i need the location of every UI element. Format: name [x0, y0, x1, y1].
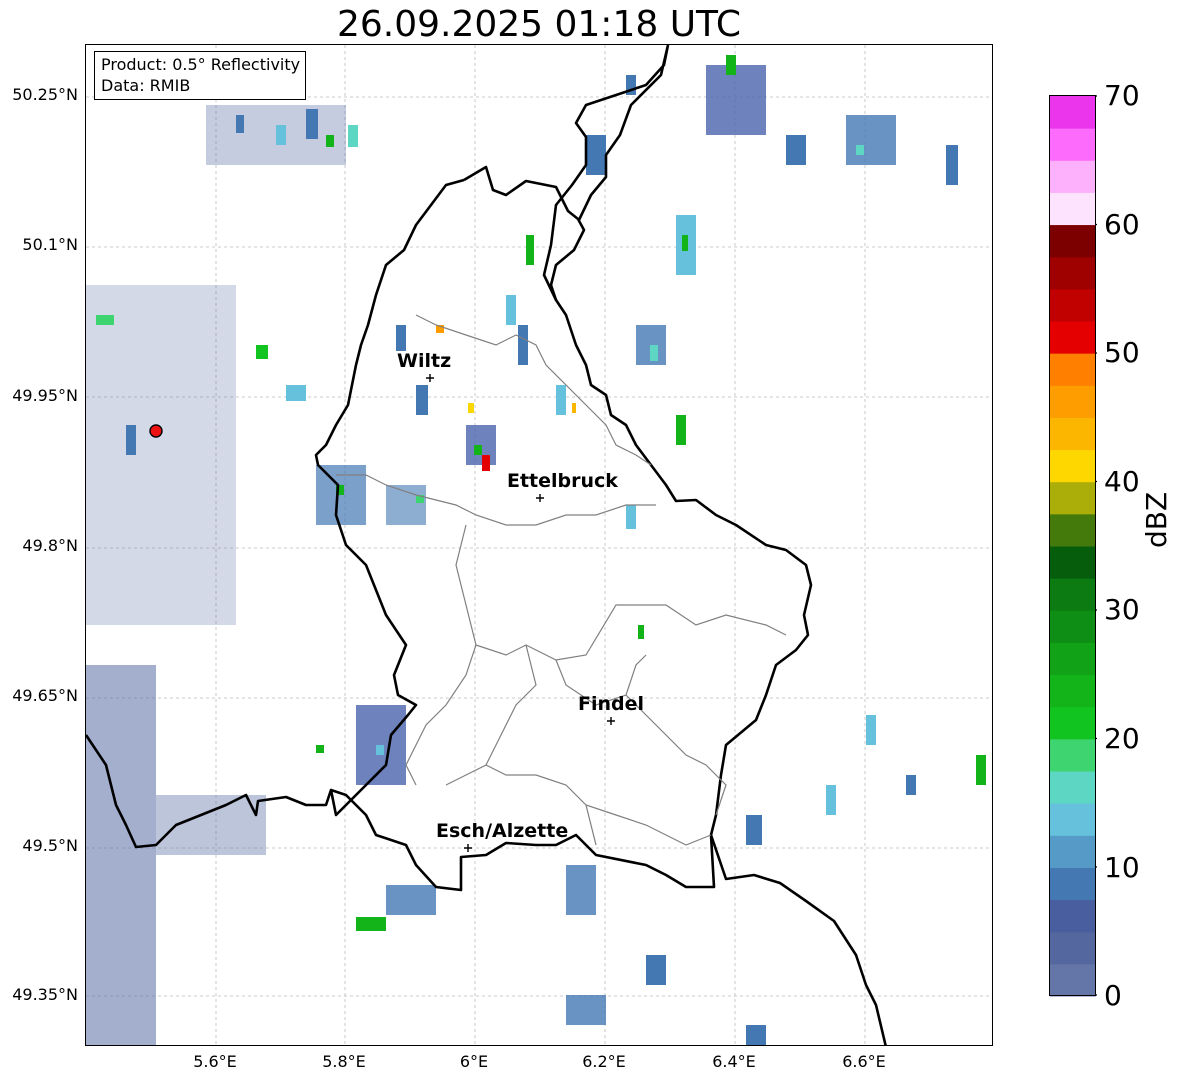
lon-tick-label: 5.8°E	[322, 1052, 366, 1071]
colorbar-cell	[1050, 353, 1096, 386]
colorbar-cell	[1050, 546, 1096, 579]
lat-tick-label: 49.65°N	[12, 686, 78, 705]
colorbar-cell	[1050, 899, 1096, 933]
city-label-wiltz: Wiltz	[397, 350, 452, 372]
colorbar-cell	[1050, 578, 1096, 611]
colorbar-cell	[1050, 192, 1096, 226]
lon-tick-label: 5.6°E	[193, 1052, 237, 1071]
colorbar-cell	[1050, 867, 1096, 901]
colorbar-cell	[1050, 963, 1096, 997]
colorbar-cell	[1050, 417, 1096, 451]
colorbar-cell	[1050, 513, 1096, 547]
radar-marker	[149, 424, 163, 438]
colorbar-cell	[1050, 321, 1096, 354]
product-label: Product: 0.5° Reflectivity	[101, 55, 301, 74]
lat-tick-label: 49.8°N	[22, 536, 78, 555]
colorbar-cells	[1050, 96, 1096, 997]
esch-alzette-marker	[464, 844, 472, 852]
colorbar-tick-label: 60	[1104, 208, 1140, 241]
ettelbruck-marker	[536, 494, 544, 502]
colorbar-tick-label: 50	[1104, 336, 1140, 369]
east-border	[542, 45, 670, 301]
lat-tick-label: 49.35°N	[12, 985, 78, 1004]
colorbar-cell	[1050, 835, 1096, 868]
product-info-box: Product: 0.5° Reflectivity Data: RMIB	[94, 51, 307, 100]
colorbar-title: dBZ	[1140, 491, 1173, 548]
colorbar-cell	[1050, 224, 1096, 258]
wiltz-marker	[426, 374, 434, 382]
colorbar-cell	[1050, 771, 1096, 804]
lat-tick-label: 49.95°N	[12, 386, 78, 405]
lat-tick-label: 49.5°N	[22, 836, 78, 855]
colorbar-cell	[1050, 931, 1096, 965]
lon-tick-label: 6.4°E	[712, 1052, 756, 1071]
colorbar-cell	[1050, 449, 1096, 483]
colorbar-cell	[1050, 96, 1096, 129]
radar-map[interactable]	[85, 44, 993, 1046]
map-canvas	[86, 45, 992, 1045]
lon-tick-label: 6.6°E	[842, 1052, 886, 1071]
colorbar-cell	[1050, 128, 1096, 161]
lat-tick-label: 50.1°N	[22, 235, 78, 254]
colorbar-tick-label: 10	[1104, 851, 1140, 884]
colorbar-tick-label: 30	[1104, 593, 1140, 626]
south-east-border	[709, 834, 887, 1045]
city-label-findel: Findel	[578, 693, 645, 715]
colorbar-cell	[1050, 738, 1096, 772]
colorbar-cell	[1050, 642, 1096, 676]
colorbar-cell	[1050, 674, 1096, 708]
colorbar-cell	[1050, 256, 1096, 290]
colorbar-cell	[1050, 160, 1096, 193]
colorbar-cell	[1050, 803, 1096, 836]
colorbar-cell	[1050, 610, 1096, 643]
colorbar-tick-label: 40	[1104, 465, 1140, 498]
colorbar-tick-label: 70	[1104, 79, 1140, 112]
lon-tick-label: 6°E	[459, 1052, 489, 1071]
colorbar-cell	[1050, 385, 1096, 418]
colorbar-tick-label: 0	[1104, 979, 1122, 1012]
colorbar-cell	[1050, 481, 1096, 515]
reflectivity-echoes	[86, 55, 986, 1045]
findel-marker	[607, 717, 615, 725]
colorbar-cell	[1050, 706, 1096, 740]
city-label-esch-alzette: Esch/Alzette	[436, 820, 569, 842]
city-label-ettelbruck: Ettelbruck	[507, 470, 618, 492]
lat-tick-label: 50.25°N	[12, 85, 78, 104]
data-source-label: Data: RMIB	[101, 76, 191, 95]
colorbar-tick-label: 20	[1104, 722, 1140, 755]
lon-tick-label: 6.2°E	[582, 1052, 626, 1071]
radar-site	[149, 424, 163, 438]
map-title: 26.09.2025 01:18 UTC	[336, 4, 742, 45]
colorbar-cell	[1050, 288, 1096, 322]
colorbar	[1049, 95, 1097, 997]
